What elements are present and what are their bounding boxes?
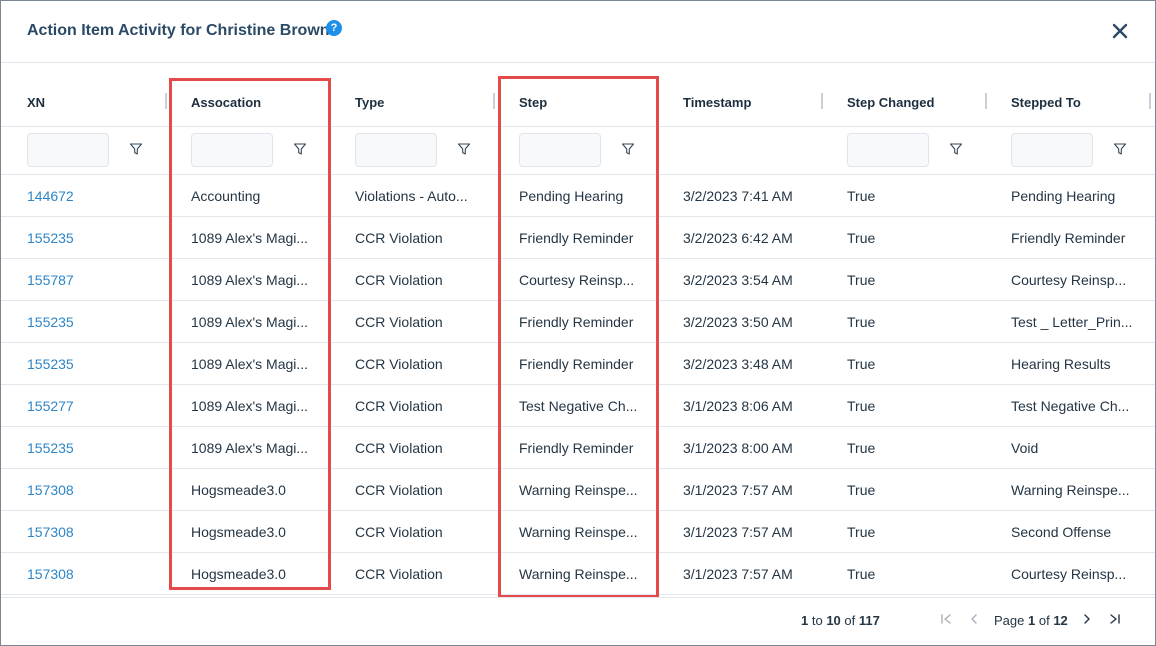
cell-step-changed: True xyxy=(847,272,876,288)
cell-stepped-to: Warning Reinspe... xyxy=(1011,482,1130,498)
column-resize-handle[interactable] xyxy=(985,93,987,109)
xn-link[interactable]: 155787 xyxy=(27,272,74,288)
filter-icon[interactable] xyxy=(949,142,963,156)
close-icon[interactable] xyxy=(1110,21,1130,41)
cell-timestamp: 3/2/2023 3:50 AM xyxy=(683,314,793,330)
next-page-icon[interactable] xyxy=(1080,612,1094,626)
cell-stepped-to: Void xyxy=(1011,440,1039,456)
filter-icon[interactable] xyxy=(1113,142,1127,156)
cell-step-changed: True xyxy=(847,566,876,582)
xn-link[interactable]: 144672 xyxy=(27,188,74,204)
cell-type: CCR Violation xyxy=(355,314,443,330)
xn-link[interactable]: 155235 xyxy=(27,314,74,330)
cell-timestamp: 3/2/2023 3:48 AM xyxy=(683,356,793,372)
cell-stepped-to: Hearing Results xyxy=(1011,356,1111,372)
page-indicator: Page 1 of 12 xyxy=(994,613,1068,628)
cell-stepped-to: Courtesy Reinsp... xyxy=(1011,272,1127,288)
cell-timestamp: 3/1/2023 7:57 AM xyxy=(683,524,793,540)
column-resize-handle[interactable] xyxy=(493,93,495,109)
cell-step-changed: True xyxy=(847,440,876,456)
cell-type: CCR Violation xyxy=(355,566,443,582)
cell-timestamp: 3/1/2023 7:57 AM xyxy=(683,482,793,498)
first-page-icon[interactable] xyxy=(939,612,953,626)
action-item-activity-dialog: Action Item Activity for Christine Brown… xyxy=(0,0,1156,646)
cell-step-changed: True xyxy=(847,482,876,498)
cell-step-changed: True xyxy=(847,230,876,246)
record-count: 1 to 10 of 117 xyxy=(801,613,880,628)
cell-stepped-to: Test _ Letter_Prin... xyxy=(1011,314,1133,330)
cell-timestamp: 3/1/2023 8:06 AM xyxy=(683,398,793,414)
filter-input-type[interactable] xyxy=(355,133,437,167)
cell-step-changed: True xyxy=(847,398,876,414)
xn-link[interactable]: 155235 xyxy=(27,440,74,456)
column-header-xn[interactable]: XN xyxy=(27,95,45,110)
column-header-timestamp[interactable]: Timestamp xyxy=(683,95,751,110)
association-column-highlight xyxy=(169,78,331,590)
cell-stepped-to: Second Offense xyxy=(1011,524,1112,540)
cell-step-changed: True xyxy=(847,314,876,330)
cell-type: CCR Violation xyxy=(355,440,443,456)
cell-stepped-to: Courtesy Reinsp... xyxy=(1011,566,1127,582)
cell-type: Violations - Auto... xyxy=(355,188,468,204)
xn-link[interactable]: 157308 xyxy=(27,482,74,498)
xn-link[interactable]: 157308 xyxy=(27,566,74,582)
cell-step-changed: True xyxy=(847,188,876,204)
column-header-type[interactable]: Type xyxy=(355,95,384,110)
cell-timestamp: 3/1/2023 7:57 AM xyxy=(683,566,793,582)
xn-link[interactable]: 155235 xyxy=(27,356,74,372)
last-page-icon[interactable] xyxy=(1108,612,1122,626)
column-resize-handle[interactable] xyxy=(165,93,167,109)
column-header-stepped-to[interactable]: Stepped To xyxy=(1011,95,1081,110)
cell-step-changed: True xyxy=(847,356,876,372)
cell-stepped-to: Test Negative Ch... xyxy=(1011,398,1130,414)
column-header-step-changed[interactable]: Step Changed xyxy=(847,95,934,110)
filter-icon[interactable] xyxy=(457,142,471,156)
dialog-title: Action Item Activity for Christine Brown xyxy=(27,22,330,39)
dialog-header: Action Item Activity for Christine Brown… xyxy=(1,1,1155,63)
previous-page-icon[interactable] xyxy=(967,612,981,626)
column-resize-handle[interactable] xyxy=(821,93,823,109)
xn-link[interactable]: 155235 xyxy=(27,230,74,246)
help-icon[interactable]: ? xyxy=(326,20,342,36)
cell-type: CCR Violation xyxy=(355,398,443,414)
cell-stepped-to: Pending Hearing xyxy=(1011,188,1116,204)
filter-input-stepped-to[interactable] xyxy=(1011,133,1093,167)
xn-link[interactable]: 157308 xyxy=(27,524,74,540)
cell-timestamp: 3/2/2023 6:42 AM xyxy=(683,230,793,246)
cell-stepped-to: Friendly Reminder xyxy=(1011,230,1126,246)
cell-timestamp: 3/2/2023 7:41 AM xyxy=(683,188,793,204)
pagination-bar xyxy=(1,597,1155,645)
cell-step-changed: True xyxy=(847,524,876,540)
filter-input-xn[interactable] xyxy=(27,133,109,167)
cell-type: CCR Violation xyxy=(355,482,443,498)
step-column-highlight xyxy=(498,76,659,598)
cell-type: CCR Violation xyxy=(355,230,443,246)
cell-type: CCR Violation xyxy=(355,272,443,288)
xn-link[interactable]: 155277 xyxy=(27,398,74,414)
cell-timestamp: 3/2/2023 3:54 AM xyxy=(683,272,793,288)
filter-input-step-changed[interactable] xyxy=(847,133,929,167)
cell-type: CCR Violation xyxy=(355,356,443,372)
cell-type: CCR Violation xyxy=(355,524,443,540)
column-resize-handle[interactable] xyxy=(1149,93,1151,109)
cell-timestamp: 3/1/2023 8:00 AM xyxy=(683,440,793,456)
filter-icon[interactable] xyxy=(129,142,143,156)
